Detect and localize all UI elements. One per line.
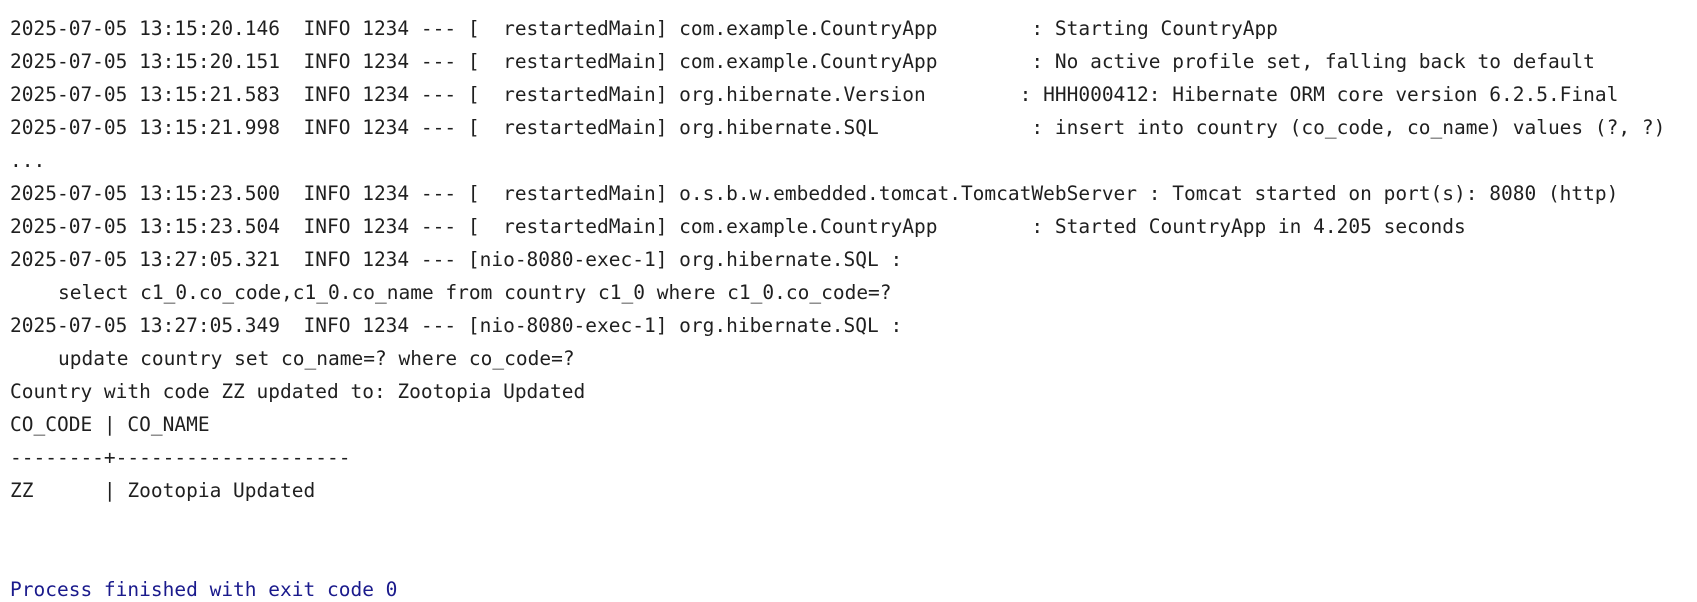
- log-line: 2025-07-05 13:15:21.583 INFO 1234 --- [ …: [10, 83, 1619, 106]
- table-row-line: ZZ | Zootopia Updated: [10, 479, 316, 502]
- log-line: 2025-07-05 13:15:20.146 INFO 1234 --- [ …: [10, 17, 1278, 40]
- process-finished-message: Process finished with exit code 0: [10, 578, 398, 601]
- table-header-line: CO_CODE | CO_NAME: [10, 413, 210, 436]
- log-line: 2025-07-05 13:27:05.321 INFO 1234 --- [n…: [10, 248, 903, 271]
- table-divider-line: --------+--------------------: [10, 446, 351, 469]
- log-line: 2025-07-05 13:15:20.151 INFO 1234 --- [ …: [10, 50, 1595, 73]
- log-line: 2025-07-05 13:15:21.998 INFO 1234 --- [ …: [10, 116, 1666, 139]
- sql-statement-line: select c1_0.co_code,c1_0.co_name from co…: [58, 281, 892, 304]
- sql-statement-line: update country set co_name=? where co_co…: [58, 347, 575, 370]
- blank-space: [10, 507, 1697, 573]
- output-line: Country with code ZZ updated to: Zootopi…: [10, 380, 586, 403]
- log-line: 2025-07-05 13:15:23.504 INFO 1234 --- [ …: [10, 215, 1466, 238]
- console-output: 2025-07-05 13:15:20.146 INFO 1234 --- [ …: [0, 0, 1697, 602]
- log-line: 2025-07-05 13:15:23.500 INFO 1234 --- [ …: [10, 182, 1619, 205]
- log-line-ellipsis: ...: [10, 149, 46, 172]
- log-line: 2025-07-05 13:27:05.349 INFO 1234 --- [n…: [10, 314, 903, 337]
